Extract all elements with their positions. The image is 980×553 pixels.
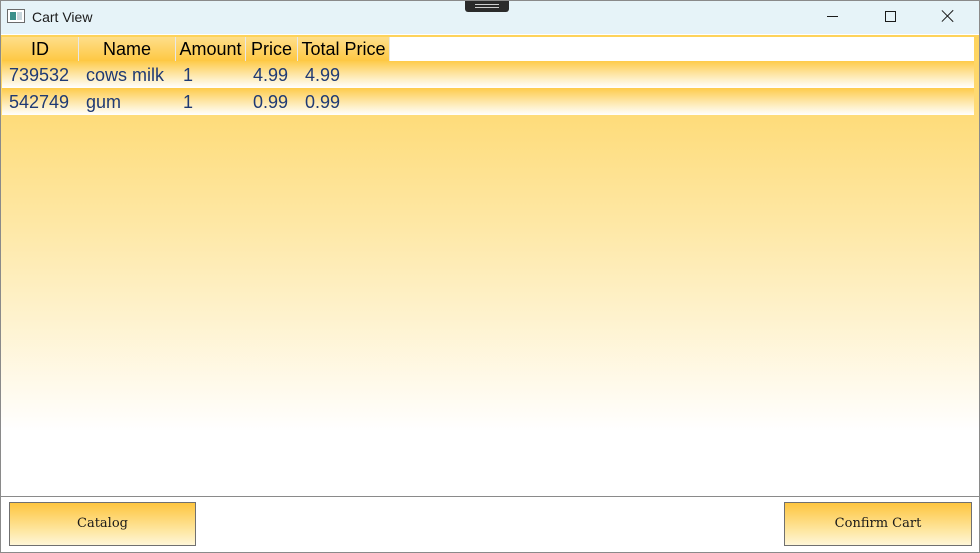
maximize-icon: [884, 10, 896, 22]
cart-content-area: ID Name Amount Price Total Price 739532 …: [1, 35, 979, 496]
column-header-name[interactable]: Name: [79, 37, 176, 61]
cell-name[interactable]: cows milk: [79, 61, 176, 88]
column-header-price[interactable]: Price: [246, 37, 298, 61]
column-header-total-price[interactable]: Total Price: [298, 37, 390, 61]
cell-total-price[interactable]: 0.99: [298, 88, 390, 115]
cell-amount[interactable]: 1: [176, 88, 246, 115]
cell-price[interactable]: 0.99: [246, 88, 298, 115]
minimize-button[interactable]: [803, 1, 861, 31]
catalog-button[interactable]: Catalog: [9, 502, 196, 546]
snap-grip-icon[interactable]: [465, 1, 509, 12]
minimize-icon: [826, 15, 838, 17]
column-header-id[interactable]: ID: [2, 37, 79, 61]
confirm-cart-button[interactable]: Confirm Cart: [784, 502, 972, 546]
app-window-icon: [7, 9, 25, 23]
cell-id[interactable]: 542749: [2, 88, 79, 115]
table-row[interactable]: 542749 gum 1 0.99 0.99: [2, 88, 974, 115]
cell-name[interactable]: gum: [79, 88, 176, 115]
maximize-button[interactable]: [861, 1, 919, 31]
column-header-amount[interactable]: Amount: [176, 37, 246, 61]
table-row[interactable]: 739532 cows milk 1 4.99 4.99: [2, 61, 974, 88]
close-icon: [941, 9, 955, 23]
footer-bar: Catalog Confirm Cart: [1, 496, 979, 552]
title-bar[interactable]: Cart View: [1, 1, 979, 34]
cell-price[interactable]: 4.99: [246, 61, 298, 88]
column-header-filler: [390, 37, 974, 61]
cart-view-window: Cart View ID Name Amount Price Total Pri…: [0, 0, 980, 553]
window-title: Cart View: [32, 9, 93, 25]
close-button[interactable]: [919, 1, 977, 31]
cart-data-grid[interactable]: ID Name Amount Price Total Price 739532 …: [2, 37, 974, 115]
cell-total-price[interactable]: 4.99: [298, 61, 390, 88]
grid-header-row: ID Name Amount Price Total Price: [2, 37, 974, 61]
cell-amount[interactable]: 1: [176, 61, 246, 88]
cell-id[interactable]: 739532: [2, 61, 79, 88]
